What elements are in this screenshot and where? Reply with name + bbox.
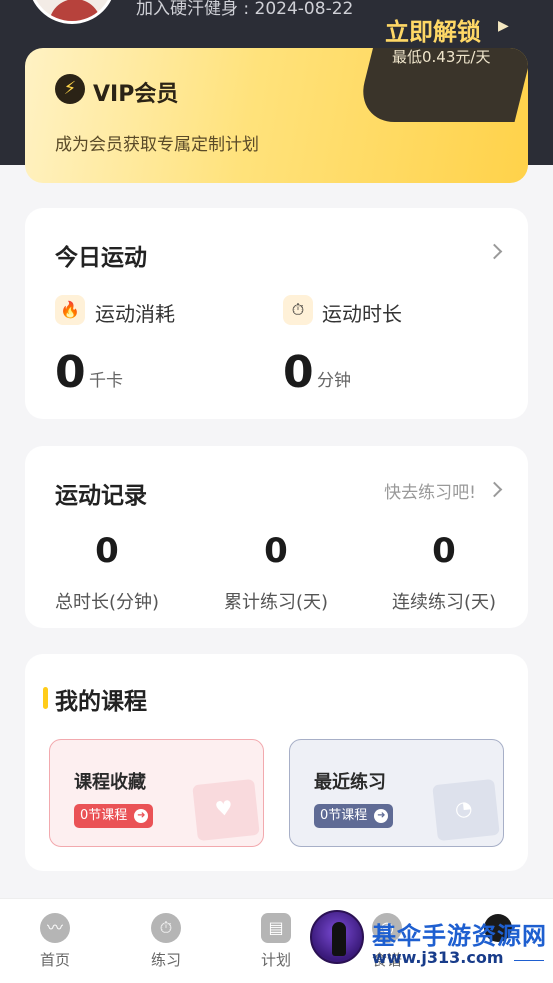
- tab-plan[interactable]: ▤ 计划: [236, 913, 316, 970]
- tab-home[interactable]: 〰 首页: [15, 913, 95, 970]
- play-arrow-icon: ▶: [498, 18, 509, 34]
- exercise-records-card[interactable]: 运动记录 快去练习吧! 0 总时长(分钟) 0 累计练习(天) 0 连续练习(天…: [25, 446, 528, 628]
- duration-label: 运动时长: [322, 302, 402, 326]
- tab-label: 首页: [39, 951, 70, 969]
- heart-icon: ♥: [213, 795, 234, 822]
- stopwatch-icon: ⏱: [151, 913, 181, 943]
- today-title: 今日运动: [55, 245, 147, 271]
- stat-cumulative-days: 0 累计练习(天): [196, 534, 356, 614]
- ninja-figure-icon: [332, 922, 346, 956]
- badge-text: 0节课程: [80, 808, 128, 823]
- courses-title: 我的课程: [55, 689, 147, 715]
- course-recent-title: 最近练习: [314, 772, 386, 793]
- watermark-url: www.j313.com: [372, 948, 504, 967]
- stat-value: 0: [432, 531, 456, 571]
- clock-card-icon: ◔: [432, 778, 500, 842]
- records-title: 运动记录: [55, 483, 147, 509]
- watermark: 基伞手游资源网 www.j313.com: [308, 908, 553, 970]
- course-recent-badge: 0节课程 ➜: [314, 804, 394, 828]
- course-recent-card[interactable]: 最近练习 0节课程 ➜ ◔: [289, 739, 504, 847]
- tab-label: 练习: [150, 951, 181, 969]
- course-favorites-card[interactable]: 课程收藏 0节课程 ➜ ♥: [49, 739, 264, 847]
- course-favorites-title: 课程收藏: [74, 772, 146, 793]
- stat-label: 连续练习(天): [391, 592, 497, 613]
- chevron-right-icon[interactable]: [486, 243, 503, 260]
- today-exercise-card[interactable]: 今日运动 🔥 运动消耗 0 千卡 ⏱ 运动时长 0 分钟: [25, 208, 528, 419]
- tab-practice[interactable]: ⏱ 练习: [126, 913, 206, 970]
- calories-label: 运动消耗: [95, 302, 175, 326]
- unlock-button[interactable]: 立即解锁: [385, 12, 515, 47]
- chevron-right-icon[interactable]: [486, 481, 503, 498]
- calories-unit: 千卡: [89, 371, 123, 391]
- watermark-logo: [310, 910, 364, 964]
- unlock-price: 最低0.43元/天: [392, 48, 491, 66]
- stat-value: 0: [95, 531, 119, 571]
- vip-title: VIP会员: [93, 82, 179, 107]
- course-favorites-badge: 0节课程 ➜: [74, 804, 154, 828]
- avatar-body: [49, 0, 101, 21]
- section-accent-bar: [43, 687, 48, 709]
- stat-label: 总时长(分钟): [54, 592, 160, 613]
- badge-text: 0节课程: [320, 808, 368, 823]
- stopwatch-icon: ⏱: [283, 295, 313, 325]
- flame-icon: 🔥: [55, 295, 85, 325]
- stat-label: 累计练习(天): [223, 592, 329, 613]
- heart-card-icon: ♥: [192, 778, 260, 842]
- stat-streak-days: 0 连续练习(天): [364, 534, 524, 614]
- watermark-title: 基伞手游资源网: [372, 922, 547, 950]
- pulse-icon: 〰: [40, 913, 70, 943]
- stat-value: 0: [264, 531, 288, 571]
- clock-icon: ◔: [453, 795, 474, 822]
- watermark-underline: [514, 960, 544, 961]
- tab-label: 计划: [260, 951, 291, 969]
- vip-card[interactable]: ⚡ VIP会员 成为会员获取专属定制计划: [25, 48, 528, 183]
- duration-value: 0: [283, 347, 314, 398]
- vip-description: 成为会员获取专属定制计划: [55, 135, 259, 155]
- duration-unit: 分钟: [317, 371, 351, 391]
- calendar-icon: ▤: [261, 913, 291, 943]
- arrow-right-icon: ➜: [134, 809, 149, 823]
- arrow-right-icon: ➜: [374, 809, 389, 823]
- records-hint[interactable]: 快去练习吧!: [384, 478, 476, 503]
- calories-value: 0: [55, 347, 86, 398]
- stat-total-duration: 0 总时长(分钟): [27, 534, 187, 614]
- lightning-icon: ⚡: [55, 74, 85, 104]
- my-courses-card: 我的课程 课程收藏 0节课程 ➜ ♥ 最近练习 0节课程 ➜ ◔: [25, 654, 528, 871]
- join-date: 加入硬汗健身 : 2024-08-22: [136, 0, 354, 19]
